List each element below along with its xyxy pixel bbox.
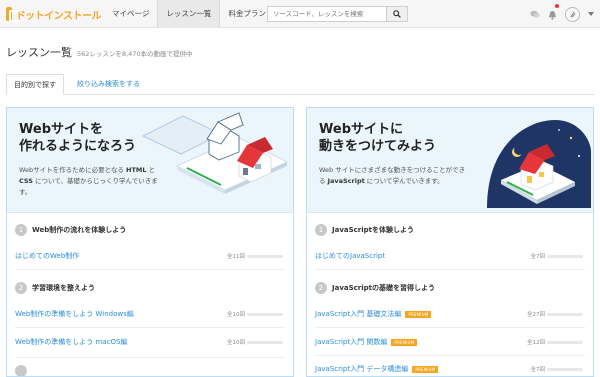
step-number: 1 [315,224,327,236]
divider [15,327,285,328]
lesson-row[interactable]: はじめてのJavaScript 全7回 [315,249,585,263]
section-3 [15,365,32,376]
lesson-count: 全7回 [530,367,546,373]
section-title: JavaScriptの基礎を習得しよう [332,284,436,292]
section-title: JavaScriptを体験しよう [332,226,415,234]
lesson-count: 全27回 [527,312,545,318]
step-number: 2 [315,282,327,294]
notification-dot [555,3,559,8]
bell-icon [548,10,557,20]
lesson-link[interactable]: はじめてのWeb制作 [15,251,79,261]
divider [15,269,285,270]
card-title: Webサイトを 作れるようになろう [19,122,137,154]
premium-badge: PREMIUM [391,338,418,346]
avatar-icon [570,10,576,18]
step-number: 1 [15,224,27,236]
lesson-link[interactable]: Web制作の準備をしよう Windows編 [15,309,134,319]
search-box [267,6,408,22]
card-hero: Webサイトを 作れるようになろう Webサイトを作るために必要となる HTML … [7,108,293,213]
notification-button[interactable] [548,3,559,24]
lesson-link[interactable]: はじめてのJavaScript [315,251,385,261]
course-card-website: Webサイトを 作れるようになろう Webサイトを作るために必要となる HTML … [6,107,294,377]
divider [315,327,585,328]
lesson-count: 全7回 [530,254,546,260]
logo-icon [6,7,21,22]
main-nav: マイページ レッスン一覧 料金プラン [104,0,274,28]
progress-bar [247,254,283,258]
lesson-row[interactable]: JavaScript入門 データ構造編 PREMIUM 全7回 [315,362,585,376]
house-illustration [143,112,288,194]
section-1: 1 Web制作の流れを体験しよう [15,224,126,236]
logo[interactable]: ドットインストール [6,6,102,22]
card-hero: Webサイトに 動きをつけてみよう Web サイトにさまざまな動きをつけることがで… [307,108,593,213]
section-2: 2 JavaScriptの基礎を習得しよう [315,282,435,294]
premium-badge: PREMIUM [405,310,432,318]
progress-bar [547,340,583,344]
nav-lessons[interactable]: レッスン一覧 [157,0,221,28]
tab-filter-search[interactable]: 絞り込み検索をする [70,74,147,95]
search-icon [393,10,401,18]
progress-bar [547,367,583,371]
lesson-count: 全11回 [227,254,245,260]
progress-bar [547,312,583,316]
lesson-count: 全12回 [527,340,545,346]
section-title: Web制作の流れを体験しよう [32,226,127,234]
lesson-count: 全10回 [227,312,245,318]
section-2: 2 学習環境を整えよう [15,282,95,294]
tab-bar: 目的別で探す 絞り込み検索をする [6,74,594,95]
premium-badge: PREMIUM [412,365,439,373]
course-card-javascript: Webサイトに 動きをつけてみよう Web サイトにさまざまな動きをつけることがで… [306,107,594,377]
step-number [15,365,27,376]
divider [315,269,585,270]
top-header: ドットインストール マイページ レッスン一覧 料金プラン [0,0,600,28]
lesson-row[interactable]: JavaScript入門 基礎文法編 PREMIUM 全27回 [315,307,585,321]
search-button[interactable] [386,7,407,21]
tab-by-purpose[interactable]: 目的別で探す [6,74,64,95]
progress-bar [247,340,283,344]
nav-mypage[interactable]: マイページ [104,0,157,28]
lesson-row[interactable]: Web制作の準備をしよう macOS編 全10回 [15,335,285,349]
divider [315,355,585,356]
page-subtitle: 562レッスンを8,470本の動画で提供中 [77,50,193,58]
night-house-illustration [487,120,591,208]
progress-bar [247,312,283,316]
page-title: レッスン一覧 [6,46,72,59]
divider [15,357,285,358]
lesson-row[interactable]: JavaScript入門 関数編 PREMIUM 全12回 [315,335,585,349]
nav-pricing[interactable]: 料金プラン [220,0,274,28]
lesson-link[interactable]: Web制作の準備をしよう macOS編 [15,337,127,347]
lesson-link[interactable]: JavaScript入門 基礎文法編 PREMIUM [315,309,432,319]
card-title: Webサイトに 動きをつけてみよう [319,122,437,154]
progress-bar [547,254,583,258]
step-number: 2 [15,282,27,294]
lesson-row[interactable]: はじめてのWeb制作 全11回 [15,249,285,263]
lesson-row[interactable]: Web制作の準備をしよう Windows編 全10回 [15,307,285,321]
lesson-link[interactable]: JavaScript入門 データ構造編 PREMIUM [315,364,439,374]
header-icons [530,3,594,24]
section-title: 学習環境を整えよう [32,284,95,292]
lesson-count: 全10回 [227,340,245,346]
page-title-area: レッスン一覧 562レッスンを8,470本の動画で提供中 [6,44,193,60]
search-input[interactable] [268,7,387,21]
caret-down-icon[interactable] [588,12,594,16]
section-1: 1 JavaScriptを体験しよう [315,224,414,236]
chat-icon[interactable] [530,10,540,19]
logo-text: ドットインストール [15,10,102,22]
card-description: Web サイトにさまざまな動きをつけることができる JavaScript につい… [319,166,466,185]
avatar[interactable] [565,6,580,22]
lesson-link[interactable]: JavaScript入門 関数編 PREMIUM [315,337,418,347]
